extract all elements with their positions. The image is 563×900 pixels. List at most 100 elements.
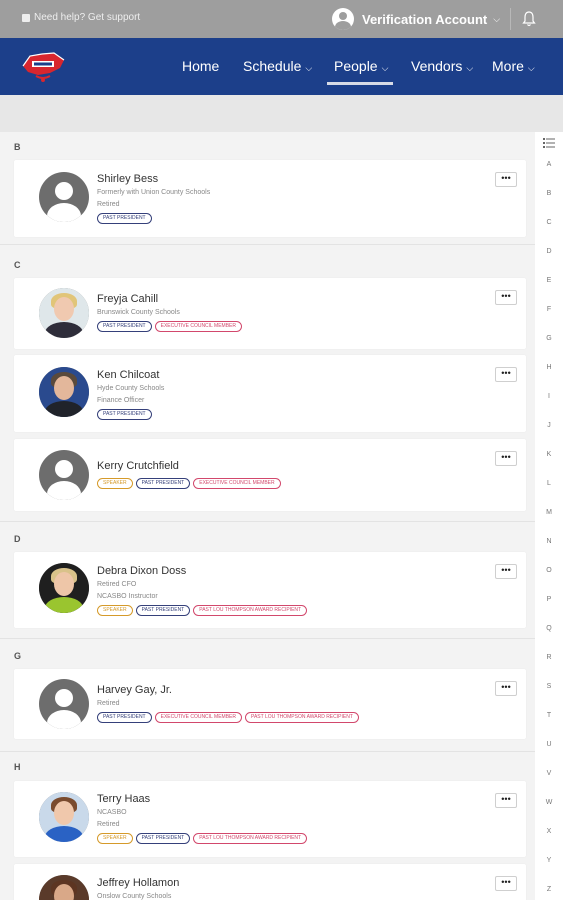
section-letter: B xyxy=(14,142,21,152)
nav-more[interactable]: More ⌵ xyxy=(492,58,535,74)
nav-people[interactable]: People ⌵ xyxy=(334,58,388,74)
tag-speaker: SPEAKER xyxy=(97,478,133,489)
tag-executive-council: EXECUTIVE COUNCIL MEMBER xyxy=(154,712,242,723)
person-card[interactable]: Terry Haas NCASBO Retired SPEAKER PAST P… xyxy=(14,781,526,857)
chevron-down-icon: ⌵ xyxy=(466,63,474,73)
alphabet-letter-e[interactable]: E xyxy=(535,277,563,284)
alphabet-letter-h[interactable]: H xyxy=(535,364,563,371)
alphabet-letter-w[interactable]: W xyxy=(535,799,563,806)
person-name: Kerry Crutchfield xyxy=(97,460,179,472)
alphabet-letter-t[interactable]: T xyxy=(535,712,563,719)
chevron-down-icon: ⌵ xyxy=(493,13,501,24)
alphabet-letter-c[interactable]: C xyxy=(535,219,563,226)
person-photo xyxy=(39,792,89,842)
person-detail: Formerly with Union County Schools xyxy=(97,189,211,196)
account-name: Verification Account xyxy=(362,11,488,27)
person-photo xyxy=(39,563,89,613)
alphabet-letter-s[interactable]: S xyxy=(535,683,563,690)
nav-people-label: People xyxy=(334,58,378,74)
person-card[interactable]: Jeffrey Hollamon Onslow County Schools •… xyxy=(14,864,526,900)
alphabet-letter-z[interactable]: Z xyxy=(535,886,563,893)
person-name: Shirley Bess xyxy=(97,173,159,185)
person-card[interactable]: Debra Dixon Doss Retired CFO NCASBO Inst… xyxy=(14,552,526,628)
nav-more-label: More xyxy=(492,58,524,74)
person-photo xyxy=(39,875,89,900)
person-card[interactable]: Kerry Crutchfield SPEAKER PAST PRESIDENT… xyxy=(14,439,526,511)
alphabet-letter-x[interactable]: X xyxy=(535,828,563,835)
more-options-button[interactable]: ••• xyxy=(495,290,517,305)
more-options-button[interactable]: ••• xyxy=(495,876,517,891)
alphabet-letter-j[interactable]: J xyxy=(535,422,563,429)
alphabet-letter-k[interactable]: K xyxy=(535,451,563,458)
more-options-button[interactable]: ••• xyxy=(495,564,517,579)
person-name: Freyja Cahill xyxy=(97,293,159,305)
alphabet-letter-l[interactable]: L xyxy=(535,480,563,487)
person-name: Ken Chilcoat xyxy=(97,369,160,381)
person-detail: NCASBO xyxy=(97,809,127,816)
section-letter: G xyxy=(14,651,22,661)
tag-past-president: PAST PRESIDENT xyxy=(97,213,152,224)
chevron-down-icon: ⌵ xyxy=(381,63,389,73)
alphabet-letter-a[interactable]: A xyxy=(535,161,563,168)
nav-home[interactable]: Home xyxy=(182,58,219,74)
tag-speaker: SPEAKER xyxy=(97,833,133,844)
tag-speaker: SPEAKER xyxy=(97,605,133,616)
tag-list: PAST PRESIDENT xyxy=(97,213,152,224)
tag-list: PAST PRESIDENT EXECUTIVE COUNCIL MEMBER xyxy=(97,321,242,332)
tag-past-president: PAST PRESIDENT xyxy=(97,409,152,420)
alphabet-letter-b[interactable]: B xyxy=(535,190,563,197)
alphabet-letter-u[interactable]: U xyxy=(535,741,563,748)
help-icon xyxy=(22,13,30,22)
person-card[interactable]: Harvey Gay, Jr. Retired PAST PRESIDENT E… xyxy=(14,669,526,739)
alphabet-letter-q[interactable]: Q xyxy=(535,625,563,632)
person-card[interactable]: Shirley Bess Formerly with Union County … xyxy=(14,160,526,237)
more-options-button[interactable]: ••• xyxy=(495,367,517,382)
tag-list: PAST PRESIDENT xyxy=(97,409,152,420)
alphabet-letter-i[interactable]: I xyxy=(535,393,563,400)
list-view-icon[interactable] xyxy=(543,138,555,148)
tag-executive-council: EXECUTIVE COUNCIL MEMBER xyxy=(193,478,281,489)
divider xyxy=(510,8,511,30)
person-detail: Brunswick County Schools xyxy=(97,309,180,316)
person-detail: Retired CFO xyxy=(97,581,137,588)
person-card[interactable]: Ken Chilcoat Hyde County Schools Finance… xyxy=(14,355,526,432)
bell-icon[interactable] xyxy=(522,11,536,27)
association-logo[interactable] xyxy=(20,46,66,86)
alphabet-letter-y[interactable]: Y xyxy=(535,857,563,864)
section-divider xyxy=(0,521,535,522)
account-menu[interactable]: Verification Account ⌵ xyxy=(332,7,500,31)
nav-schedule[interactable]: Schedule ⌵ xyxy=(243,58,312,74)
person-card[interactable]: Freyja Cahill Brunswick County Schools P… xyxy=(14,278,526,349)
more-options-button[interactable]: ••• xyxy=(495,681,517,696)
help-link[interactable]: Need help? Get support xyxy=(22,12,140,23)
tag-past-president: PAST PRESIDENT xyxy=(97,321,152,332)
nav-vendors-label: Vendors xyxy=(411,58,463,74)
nav-vendors[interactable]: Vendors ⌵ xyxy=(411,58,473,74)
alphabet-letter-n[interactable]: N xyxy=(535,538,563,545)
section-letter: C xyxy=(14,260,21,270)
alphabet-letter-m[interactable]: M xyxy=(535,509,563,516)
person-name: Debra Dixon Doss xyxy=(97,565,187,577)
alphabet-letter-p[interactable]: P xyxy=(535,596,563,603)
alphabet-letter-d[interactable]: D xyxy=(535,248,563,255)
alphabet-index: A B C D E F G H I J K L M N O P Q R S T U V W X Y Z xyxy=(535,132,563,900)
chevron-down-icon: ⌵ xyxy=(527,63,535,73)
avatar-placeholder-icon xyxy=(39,172,89,222)
person-detail: Retired xyxy=(97,700,120,707)
more-options-button[interactable]: ••• xyxy=(495,451,517,466)
main-navbar: Home Schedule ⌵ People ⌵ Vendors ⌵ More ⌵ xyxy=(0,38,563,95)
more-options-button[interactable]: ••• xyxy=(495,793,517,808)
nav-schedule-label: Schedule xyxy=(243,58,302,74)
alphabet-letter-r[interactable]: R xyxy=(535,654,563,661)
more-options-button[interactable]: ••• xyxy=(495,172,517,187)
person-detail: NCASBO Instructor xyxy=(97,593,158,600)
person-detail: Finance Officer xyxy=(97,397,145,404)
tag-past-president: PAST PRESIDENT xyxy=(135,833,191,844)
section-divider xyxy=(0,751,535,752)
help-text: Need help? Get support xyxy=(34,12,141,23)
section-divider xyxy=(0,638,535,639)
alphabet-letter-o[interactable]: O xyxy=(535,567,563,574)
alphabet-letter-g[interactable]: G xyxy=(535,335,563,342)
alphabet-letter-f[interactable]: F xyxy=(535,306,563,313)
alphabet-letter-v[interactable]: V xyxy=(535,770,563,777)
